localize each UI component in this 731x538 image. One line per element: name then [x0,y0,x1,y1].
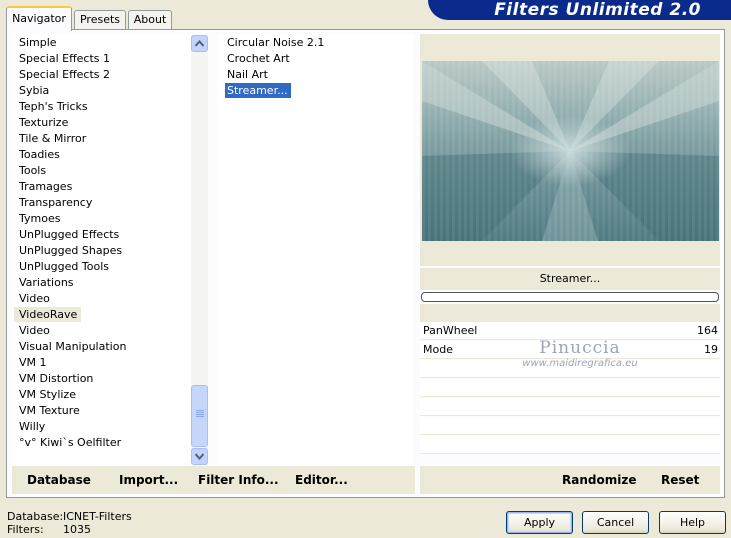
param-slot-empty [420,436,720,454]
param-slot-empty [420,379,720,397]
apply-button[interactable]: Apply [506,511,573,534]
category-item[interactable]: Special Effects 2 [14,67,114,82]
category-item[interactable]: VM Distortion [14,371,97,386]
scroll-up-button[interactable] [191,35,208,52]
category-item[interactable]: VideoRave [14,307,82,322]
category-item[interactable]: VM Stylize [14,387,80,402]
reset-button[interactable]: Reset [661,466,699,494]
randomize-button[interactable]: Randomize [562,466,636,494]
category-item[interactable]: VM Texture [14,403,84,418]
category-item[interactable]: Simple [14,35,61,50]
app-title: Filters Unlimited 2.0 [494,0,701,20]
filters-label: Filters: [7,523,44,536]
status-info: Database:ICNET-Filters Filters: 1035 [7,510,132,536]
grip-icon [196,410,204,411]
category-item[interactable]: VM 1 [14,355,51,370]
category-item[interactable]: Transparency [14,195,96,210]
param-row-mode[interactable]: Mode 19 [420,341,720,359]
filters-count: 1035 [63,523,91,536]
category-item[interactable]: Video [14,291,54,306]
category-item[interactable]: Toadies [14,147,64,162]
title-banner: Filters Unlimited 2.0 [428,0,731,20]
category-item[interactable]: Tile & Mirror [14,131,90,146]
param-value: 164 [697,324,718,337]
category-item[interactable]: Tymoes [14,211,64,226]
help-button[interactable]: Help [659,511,726,534]
category-item[interactable]: UnPlugged Shapes [14,243,126,258]
param-slot-empty [420,417,720,435]
cancel-button[interactable]: Cancel [582,511,649,534]
param-row-panwheel[interactable]: PanWheel 164 [420,322,720,340]
category-item[interactable]: Teph's Tricks [14,99,92,114]
database-value: ICNET-Filters [63,510,132,523]
category-item[interactable]: Variations [14,275,78,290]
progress-bar [421,292,719,302]
current-filter-name: Streamer... [420,268,720,290]
scroll-down-button[interactable] [191,448,208,465]
category-item[interactable]: Tools [14,163,50,178]
chevron-down-icon [195,453,204,460]
category-item[interactable]: Visual Manipulation [14,339,130,354]
category-item[interactable]: UnPlugged Tools [14,259,113,274]
database-label: Database: [7,510,64,523]
editor-button[interactable]: Editor... [295,466,348,494]
filter-item[interactable]: Nail Art [225,67,271,82]
filter-item[interactable]: Crochet Art [225,51,293,66]
tab-about[interactable]: About [128,10,172,30]
category-item[interactable]: Special Effects 1 [14,51,114,66]
param-slot-empty [420,398,720,416]
category-item[interactable]: °v° Kiwi`s Oelfilter [14,435,125,450]
filter-list[interactable]: Circular Noise 2.1 Crochet Art Nail Art Str… [217,34,414,464]
import-button[interactable]: Import... [119,466,178,494]
tab-presets[interactable]: Presets [74,10,126,30]
category-item[interactable]: Video [14,323,54,338]
param-slot-empty [420,360,720,378]
category-list[interactable]: Simple Special Effects 1 Special Effects 2… [12,34,192,464]
category-item[interactable]: Tramages [14,179,76,194]
list-toolbar: Database Import... Filter Info... Editor… [12,466,415,494]
category-item[interactable]: UnPlugged Effects [14,227,123,242]
param-label: Mode [423,343,453,356]
filter-item[interactable]: Streamer... [225,83,291,98]
param-value: 19 [704,343,718,356]
tab-navigator[interactable]: Navigator [6,6,72,31]
category-item[interactable]: Texturize [14,115,72,130]
category-item[interactable]: Sybia [14,83,53,98]
preview-image [422,61,719,241]
category-item[interactable]: Willy [14,419,49,434]
params-toolbar: Randomize Reset [420,466,720,494]
database-button[interactable]: Database [27,466,91,494]
param-label: PanWheel [423,324,478,337]
filter-item[interactable]: Circular Noise 2.1 [225,35,327,50]
params-header-gap [420,304,720,322]
scroll-thumb[interactable] [191,385,208,447]
chevron-up-icon [195,40,204,47]
category-scrollbar[interactable] [191,35,208,465]
filter-info-button[interactable]: Filter Info... [198,466,279,494]
